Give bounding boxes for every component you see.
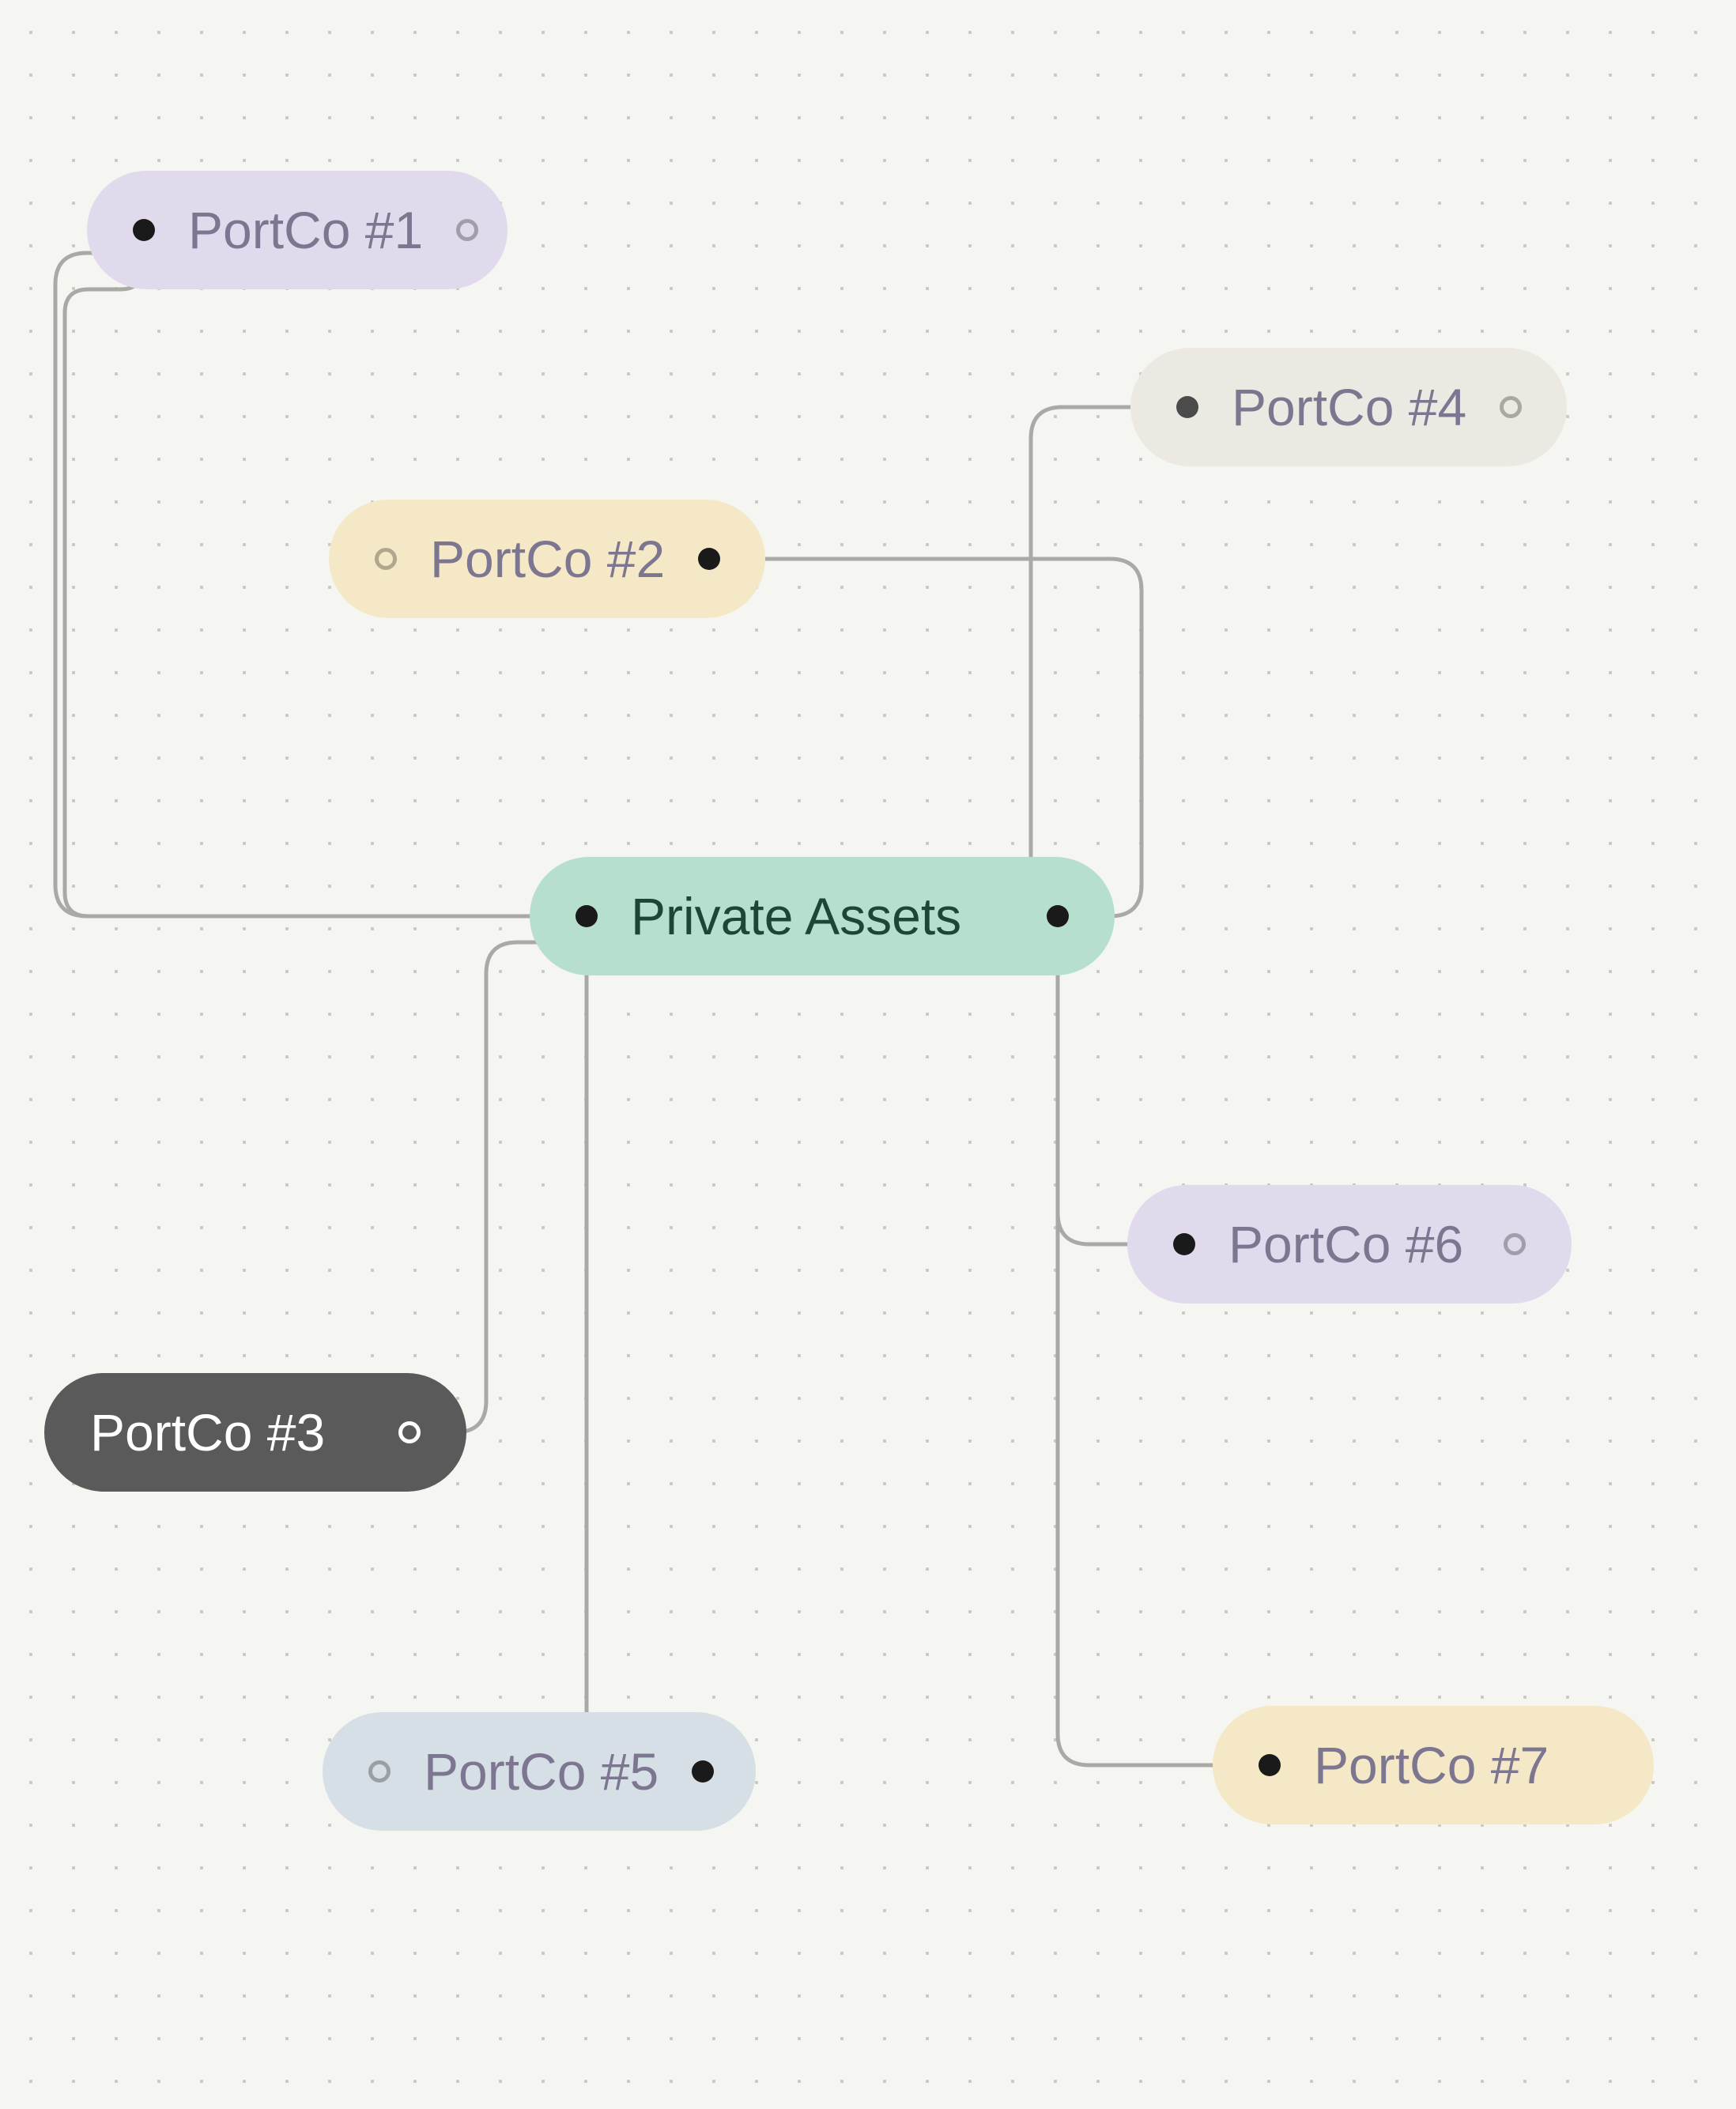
node-label: PortCo #2 xyxy=(430,529,665,589)
node-portco-1[interactable]: PortCo #1 xyxy=(87,171,508,289)
port-right[interactable] xyxy=(1504,1233,1526,1255)
port-right[interactable] xyxy=(456,219,478,241)
edge-portco-5-final xyxy=(587,916,699,1771)
edge-portco-3 xyxy=(408,916,587,1432)
node-portco-4[interactable]: PortCo #4 xyxy=(1130,348,1567,466)
port-left[interactable] xyxy=(375,548,397,570)
port-left[interactable] xyxy=(133,219,155,241)
node-label: PortCo #3 xyxy=(90,1402,325,1462)
edge-portco-7 xyxy=(1058,916,1270,1765)
port-right[interactable] xyxy=(1047,905,1069,927)
node-label: PortCo #1 xyxy=(188,200,423,260)
node-portco-5[interactable]: PortCo #5 xyxy=(323,1712,756,1831)
edge-portco-4 xyxy=(1031,407,1187,916)
node-label: PortCo #5 xyxy=(424,1741,659,1802)
node-label: PortCo #4 xyxy=(1232,377,1466,437)
port-left[interactable] xyxy=(1173,1233,1195,1255)
node-portco-6[interactable]: PortCo #6 xyxy=(1127,1185,1572,1304)
node-portco-7[interactable]: PortCo #7 xyxy=(1213,1706,1654,1824)
node-label: PortCo #7 xyxy=(1314,1735,1549,1795)
port-right[interactable] xyxy=(398,1421,421,1443)
port-right[interactable] xyxy=(698,548,720,570)
node-portco-2[interactable]: PortCo #2 xyxy=(329,500,765,618)
port-left[interactable] xyxy=(576,905,598,927)
port-left[interactable] xyxy=(368,1760,391,1783)
node-label: Private Assets xyxy=(631,886,961,946)
node-label: PortCo #6 xyxy=(1228,1214,1463,1274)
port-right[interactable] xyxy=(1500,396,1522,418)
edges xyxy=(65,230,1270,1771)
port-left[interactable] xyxy=(1259,1754,1281,1776)
node-private-assets[interactable]: Private Assets xyxy=(530,857,1115,975)
port-right[interactable] xyxy=(692,1760,714,1783)
node-portco-3[interactable]: PortCo #3 xyxy=(44,1373,466,1492)
diagram-canvas: Private Assets PortCo #1 PortCo #2 PortC… xyxy=(0,0,1736,2109)
port-left[interactable] xyxy=(1176,396,1198,418)
